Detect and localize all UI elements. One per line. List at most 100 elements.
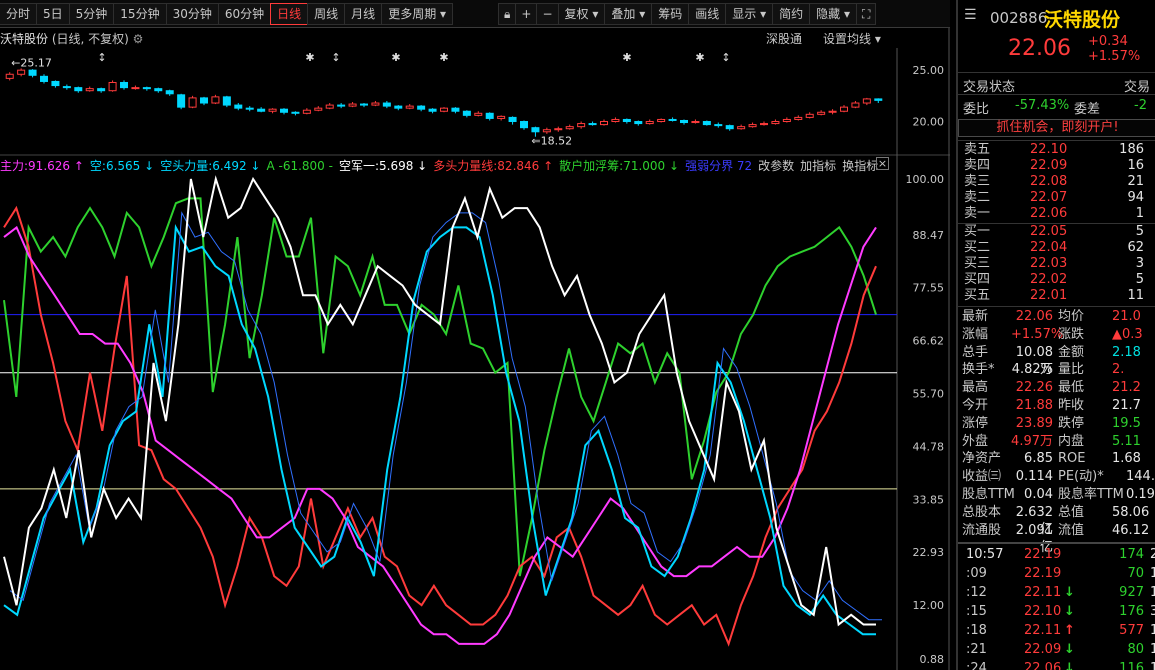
candle-body (211, 96, 220, 104)
tick-row[interactable]: 10:57 22.19 174 2 (958, 545, 1155, 564)
candle-body (108, 81, 117, 92)
candle-body (474, 112, 483, 116)
candle-body (417, 105, 426, 110)
ask-row[interactable]: 卖三 22.08 21 (958, 174, 1155, 190)
bid-row[interactable]: 买一 22.05 5 (958, 224, 1155, 240)
candle-body (51, 80, 60, 87)
stock-code: 002886 (990, 9, 1048, 27)
bid-price: 22.05 (1030, 224, 1068, 239)
candle-body (280, 108, 288, 113)
tick-row[interactable]: :18 22.11↑ 577 1 (958, 621, 1155, 640)
ask-row[interactable]: 卖二 22.07 94 (958, 190, 1155, 206)
quote-value: 2.18 (1112, 344, 1141, 360)
quote-row: 今开 21.88 昨收 21.7 (958, 397, 1155, 414)
quote-value: 1.68 (1112, 451, 1141, 467)
ask-row[interactable]: 卖四 22.09 16 (958, 158, 1155, 174)
ask-price: 22.09 (1030, 158, 1068, 173)
candle-body (348, 103, 357, 107)
candle-body (520, 121, 528, 129)
indicator-y-label: 77.55 (913, 282, 945, 295)
bid-label: 买二 (964, 240, 991, 255)
quote-row: 外盘 4.97万 内盘 5.11 (958, 433, 1155, 450)
candle-body (771, 121, 780, 125)
candle-body (451, 107, 460, 112)
quote-row: 最高 22.26 最低 21.2 (958, 379, 1155, 396)
candle-body (97, 88, 106, 92)
indicator-legend: 主力:91.626 ↑ 空:6.565 ↓ 空头力量:6.492 ↓ A -61.80… (0, 157, 950, 175)
quote-value: 21.0 (1112, 309, 1141, 324)
event-marker-icon: ↕ (331, 51, 340, 64)
chart-area[interactable]: 25.0020.00←25.17⇐18.52↕ ✱ ↕ ✱ ✱ ✱ ✱ ↕100.0088.4… (0, 0, 950, 670)
bid-label: 买一 (964, 224, 991, 239)
weibi-label: 委比 (963, 102, 990, 117)
high-marker: ←25.17 (11, 56, 52, 69)
candle-body (691, 121, 700, 124)
ask-label: 卖二 (964, 190, 991, 205)
legend-item-9[interactable]: 加指标 (800, 159, 836, 173)
close-icon[interactable]: × (876, 157, 889, 170)
candle-body (268, 108, 277, 112)
legend-item-2: 空头力量:6.492 ↓ (160, 159, 261, 173)
trade-status-label: 交易状态 (963, 80, 1016, 95)
ask-row[interactable]: 卖一 22.06 1 (958, 206, 1155, 222)
candle-body (862, 98, 871, 104)
tick-row[interactable]: :21 22.09↓ 80 1 (958, 640, 1155, 659)
legend-item-10[interactable]: 换指标 (842, 159, 878, 173)
tick-row[interactable]: :15 22.10↓ 176 3 (958, 602, 1155, 621)
candle-body (508, 116, 517, 123)
candle-body (645, 121, 654, 125)
candle-body (577, 123, 586, 128)
tick-time: :21 (966, 642, 987, 658)
candle-body (702, 121, 711, 126)
divider (958, 223, 1155, 224)
quote-key: 换手* (962, 362, 995, 378)
quote-key: 总值 (1058, 504, 1085, 520)
candle-body (222, 96, 231, 106)
candle-body (828, 110, 837, 113)
ask-volume: 21 (1127, 174, 1144, 189)
tick-volume: 174 (1119, 547, 1144, 563)
bid-volume: 11 (1127, 288, 1144, 303)
candle-body (760, 123, 768, 126)
bid-row[interactable]: 买三 22.03 3 (958, 256, 1155, 272)
bid-row[interactable]: 买四 22.02 5 (958, 272, 1155, 288)
price-y-label: 20.00 (913, 116, 945, 129)
quote-row: 股息TTM 0.04 股息率TTM 0.19 (958, 486, 1155, 503)
legend-item-5: 多头力量线:82.846 ↑ (433, 159, 554, 173)
tick-row[interactable]: :24 22.06↓ 116 1 (958, 659, 1155, 670)
event-marker-icon: ↕ (97, 51, 106, 64)
bid-volume: 62 (1127, 240, 1144, 255)
candle-body (165, 90, 174, 95)
candle-body (657, 118, 666, 123)
quote-value: 2. (1112, 362, 1125, 378)
legend-item-6: 散户加浮筹:71.000 ↓ (559, 159, 680, 173)
quote-value: 19.5 (1112, 415, 1141, 431)
bid-row[interactable]: 买二 22.04 62 (958, 240, 1155, 256)
tick-time: :09 (966, 566, 987, 582)
candle-body (245, 107, 254, 110)
ask-row[interactable]: 卖五 22.10 186 (958, 142, 1155, 158)
bid-row[interactable]: 买五 22.01 11 (958, 288, 1155, 304)
last-price: 22.06 (1008, 36, 1071, 61)
candle-body (840, 106, 848, 112)
bid-price: 22.04 (1030, 240, 1068, 255)
ask-label: 卖三 (964, 174, 991, 189)
tick-row[interactable]: :09 22.19 70 1 (958, 564, 1155, 583)
legend-item-8[interactable]: 改参数 (758, 159, 794, 173)
candle-body (28, 69, 37, 76)
tick-time: 10:57 (966, 547, 1004, 563)
legend-item-7: 强弱分界 72 (685, 159, 753, 173)
quote-key: 流值 (1058, 522, 1085, 538)
indicator-y-label: 12.00 (913, 599, 945, 612)
quote-key: 涨跌 (1058, 326, 1085, 342)
open-account-banner[interactable]: 抓住机会，即刻开户! (958, 119, 1155, 137)
ask-volume: 16 (1127, 158, 1144, 173)
quote-key: PE(动)* (1058, 469, 1104, 485)
candle-body (531, 127, 540, 133)
menu-icon[interactable]: ☰ (964, 7, 977, 23)
arrow-down-icon: ↓ (1064, 642, 1075, 658)
indicator-y-label: 66.62 (913, 335, 945, 348)
ask-volume: 1 (1135, 206, 1144, 221)
tick-row[interactable]: :12 22.11↓ 927 11 (958, 583, 1155, 602)
quote-key: 内盘 (1058, 433, 1085, 449)
